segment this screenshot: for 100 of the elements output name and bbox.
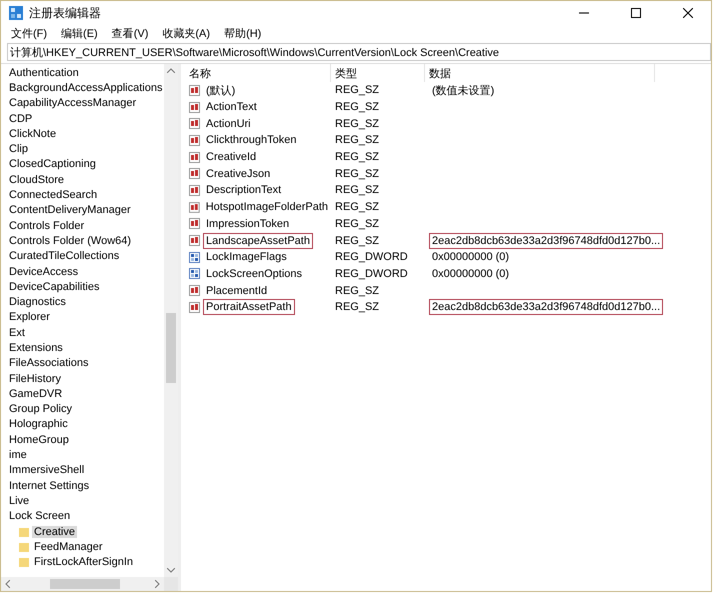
value-name[interactable]: CreativeJson [203,166,274,182]
chevron-right-icon[interactable] [155,580,160,588]
column-header[interactable]: 数据 [425,64,655,82]
value-name[interactable]: LockImageFlags [203,249,290,266]
value-name[interactable]: DescriptionText [203,182,284,198]
string-value-icon [189,152,200,163]
scrollbar-thumb[interactable] [166,313,176,383]
value-data: 2eac2db8dcb63de33a2d3f96748dfd0d127b0... [429,232,664,249]
string-value-icon [189,184,200,196]
tree-item[interactable]: CDP [7,112,34,125]
menu-item[interactable]: 帮助(H) [224,26,262,40]
tree-item[interactable]: Explorer [7,311,52,324]
tree-item[interactable]: Group Policy [7,403,74,416]
chevron-up-icon[interactable] [167,68,175,73]
tree-item[interactable]: ConnectedSearch [7,189,100,202]
value-type: REG_SZ [335,184,380,196]
tree-item[interactable]: ContentDeliveryManager [7,204,133,216]
folder-icon [19,526,29,537]
folder-icon [19,542,29,552]
value-name[interactable]: HotspotImageFolderPath [202,199,331,216]
folder-icon [19,557,29,568]
value-name[interactable]: ActionText [203,99,260,116]
value-name[interactable]: PortraitAssetPath [203,299,295,316]
tree-item[interactable]: CloudStore [7,174,66,186]
value-type: REG_SZ [335,84,380,96]
value-name[interactable]: LandscapeAssetPath [203,232,313,249]
value-type: REG_SZ [335,284,380,297]
address-bar[interactable]: 计算机\HKEY_CURRENT_USER\Software\Microsoft\Windows\CurrentVersion\Lock Screen\Creative [7,43,711,61]
tree-item[interactable]: ime [7,449,29,462]
app-icon [9,6,23,20]
scrollbar-thumb[interactable] [50,579,120,589]
value-type: REG_SZ [335,168,380,180]
value-type: REG_DWORD [335,268,408,280]
string-value-icon [189,302,200,313]
tree-item[interactable]: Live [7,494,32,507]
chevron-down-icon[interactable] [167,568,175,573]
menu-item[interactable]: 编辑(E) [61,26,98,40]
tree-item[interactable]: Holographic [7,418,70,430]
menu-item[interactable]: 查看(V) [112,26,148,40]
window-title: 注册表编辑器 [29,4,102,22]
menu-item[interactable]: 文件(F) [11,26,48,40]
string-value-icon [189,134,200,146]
binary-value-icon [189,252,200,263]
tree-item[interactable]: Clip [7,143,30,156]
tree-item[interactable]: Diagnostics [7,296,68,308]
tree-item[interactable]: FirstLockAfterSignIn [32,556,136,568]
tree-item[interactable]: Authentication [7,66,81,79]
value-name[interactable]: LockScreenOptions [203,266,305,282]
value-name[interactable]: PlacementId [203,282,270,299]
tree-item[interactable]: DeviceCapabilities [7,280,102,293]
tree-item[interactable]: Creative [32,526,77,538]
tree-item[interactable]: Controls Folder [7,220,86,232]
string-value-icon [189,285,200,296]
value-type: REG_SZ [335,301,380,314]
value-type: REG_SZ [335,134,380,146]
value-name[interactable]: ClickthroughToken [203,132,300,148]
tree-item[interactable]: ClickNote [7,128,58,140]
string-value-icon [189,218,200,230]
tree-item[interactable]: DeviceAccess [7,266,80,278]
tree-item[interactable]: ImmersiveShell [7,464,86,476]
value-type: REG_SZ [335,151,380,164]
value-name[interactable]: ActionUri [203,116,254,132]
value-type: REG_SZ [335,101,380,114]
value-data: 0x00000000 (0) [431,266,510,282]
string-value-icon [189,168,200,180]
string-value-icon [189,235,200,246]
string-value-icon [189,102,200,113]
value-type: REG_SZ [335,201,380,214]
tree-item[interactable]: Lock Screen [7,510,72,522]
maximize-icon [631,8,641,18]
tree-item[interactable]: FeedManager [32,540,104,553]
value-data: 0x00000000 (0) [431,250,510,266]
chevron-left-icon[interactable] [5,580,10,588]
value-data: (数值未设置) [431,84,496,98]
binary-value-icon [189,268,200,280]
value-type: REG_SZ [335,218,380,230]
value-name[interactable]: CreativeId [203,149,260,166]
tree-item[interactable]: CapabilityAccessManager [7,97,138,110]
value-name[interactable]: ImpressionToken [203,216,292,232]
value-type: REG_DWORD [335,251,408,264]
tree-item[interactable]: HomeGroup [7,434,71,446]
horizontal-scrollbar[interactable] [1,577,164,591]
menu-item[interactable]: 收藏夹(A) [162,26,210,40]
tree-item[interactable]: Extensions [7,342,65,354]
close-icon [683,8,693,18]
tree-item[interactable]: CuratedTileCollections [7,250,122,262]
tree-item[interactable]: Ext [7,326,27,339]
string-value-icon [189,84,200,96]
tree-item[interactable]: Controls Folder (Wow64) [7,234,134,247]
column-header[interactable]: 名称 [185,64,331,82]
tree-item[interactable]: Internet Settings [7,480,92,492]
tree-item[interactable]: BackgroundAccessApplications [7,82,164,94]
vertical-scrollbar[interactable] [164,64,178,577]
string-value-icon [189,118,200,130]
tree-item[interactable]: ClosedCaptioning [7,158,98,170]
column-header[interactable]: 类型 [331,64,425,82]
tree-item[interactable]: FileHistory [7,372,63,385]
tree-item[interactable]: FileAssociations [7,357,90,370]
value-name[interactable]: (默认) [203,82,238,98]
tree-item[interactable]: GameDVR [7,388,64,400]
